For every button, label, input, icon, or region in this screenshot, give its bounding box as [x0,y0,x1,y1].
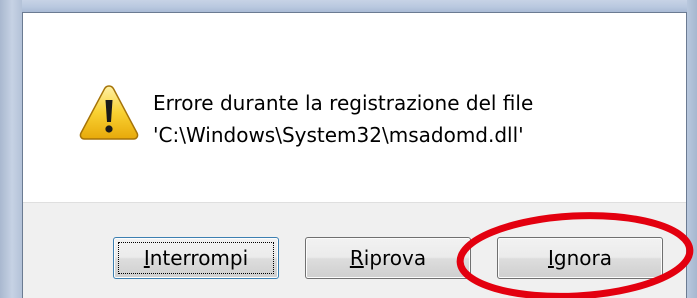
riprova-rest: iprova [363,246,427,270]
riprova-accel: R [349,246,364,270]
interrompi-label: Interrompi [144,246,248,270]
error-message: Errore durante la registrazione del file… [153,87,533,151]
riprova-label: Riprova [350,246,426,270]
warning-icon [78,83,140,141]
window-frame-top [0,0,697,12]
interrompi-rest: nterrompi [149,246,249,270]
ignora-rest: gnora [553,246,612,270]
message-line-2: 'C:\Windows\System32\msadomd.dll' [153,123,524,147]
message-line-1: Errore durante la registrazione del file [153,91,534,115]
dialog-content: Errore durante la registrazione del file… [23,13,686,202]
dialog-button-bar: Interrompi Riprova Ignora [23,202,686,298]
interrompi-button[interactable]: Interrompi [113,237,279,279]
window-frame-right [687,0,697,298]
riprova-button[interactable]: Riprova [305,237,471,279]
error-dialog: Errore durante la registrazione del file… [22,12,687,298]
screen: Errore durante la registrazione del file… [0,0,697,298]
ignora-button[interactable]: Ignora [497,237,663,279]
ignora-label: Ignora [548,246,612,270]
window-frame-left [0,0,22,298]
